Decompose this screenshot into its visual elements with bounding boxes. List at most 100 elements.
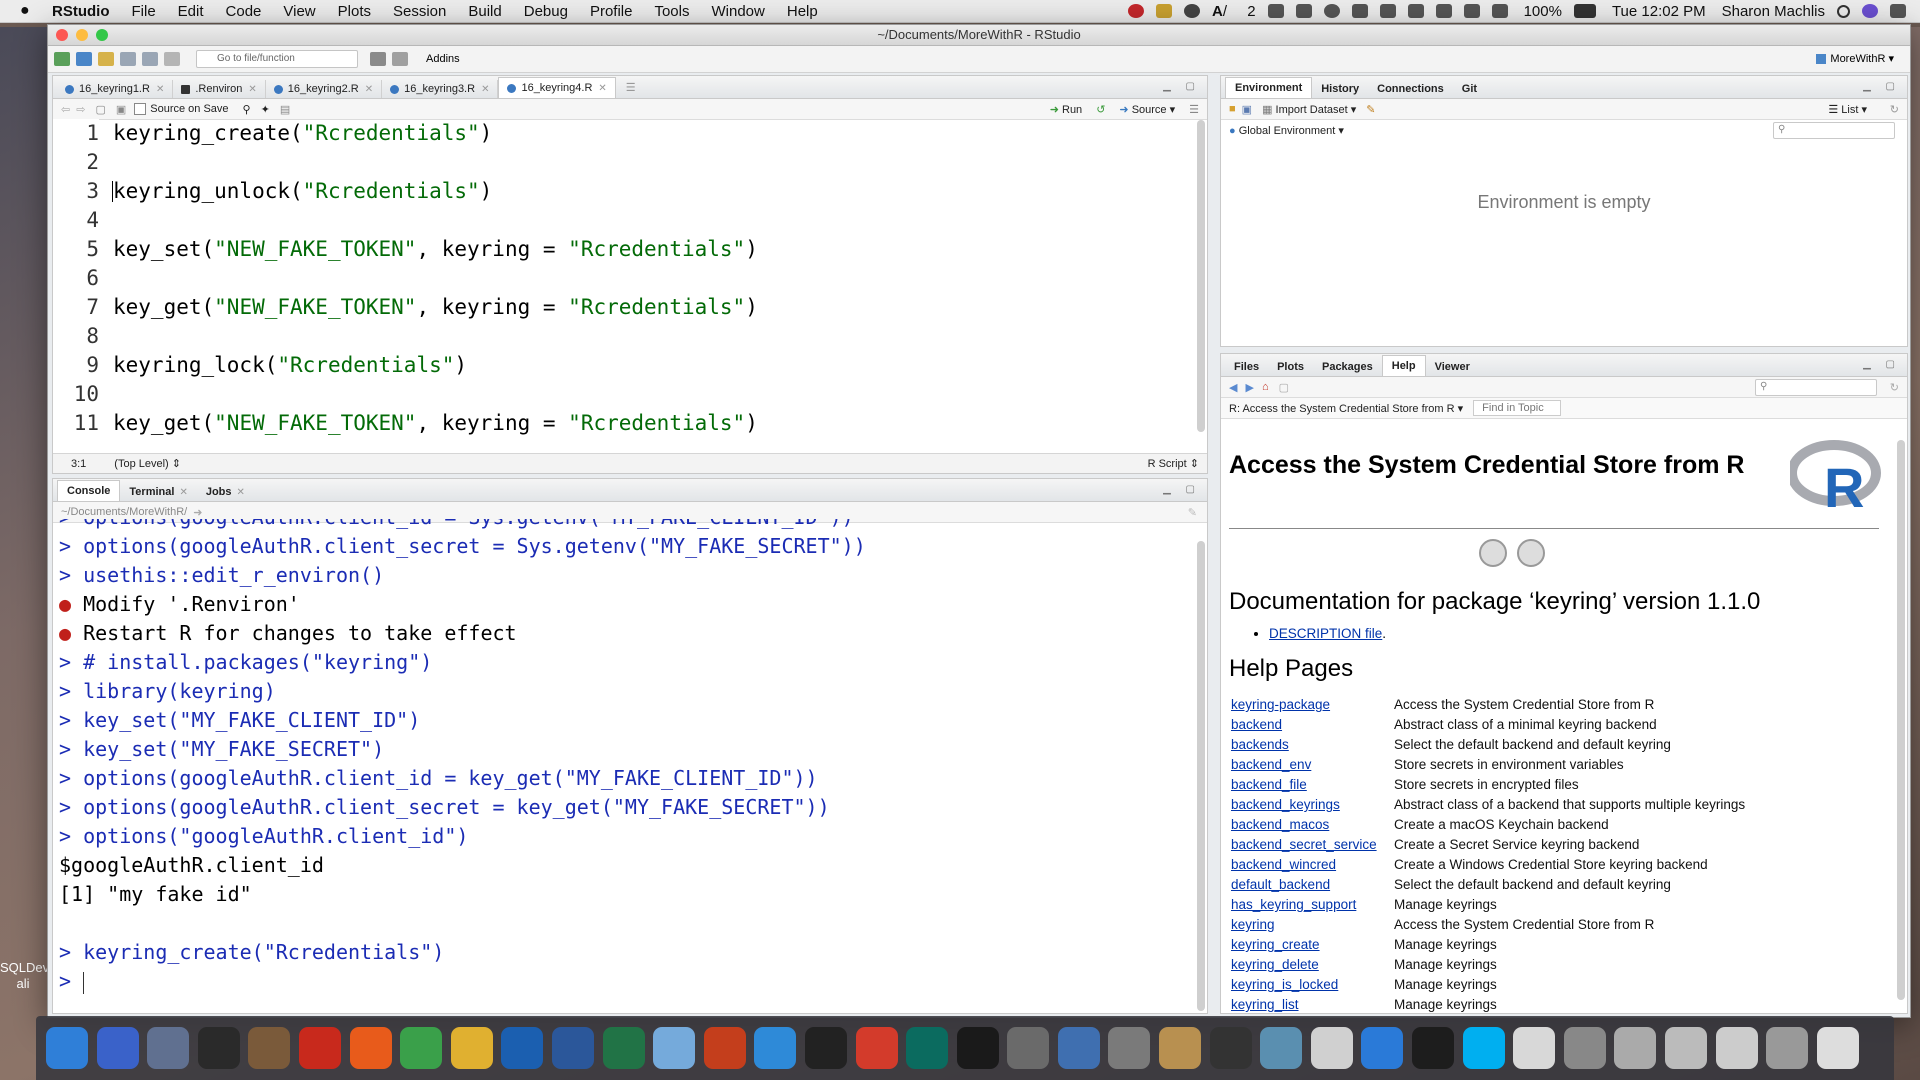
- dock-app-icon[interactable]: [906, 1027, 949, 1069]
- help-topic-link[interactable]: backend: [1229, 715, 1394, 735]
- menu-build[interactable]: Build: [468, 3, 501, 20]
- scope-selector[interactable]: (Top Level) ⇕: [114, 457, 181, 470]
- code-line[interactable]: [113, 206, 1193, 235]
- tab-git[interactable]: Git: [1453, 80, 1486, 98]
- dock-app-icon[interactable]: [1715, 1027, 1758, 1069]
- save-all-icon[interactable]: [142, 52, 158, 66]
- pane-window-controls[interactable]: ▁ ▢: [1163, 81, 1201, 92]
- refresh-help-icon[interactable]: ↻: [1890, 381, 1899, 394]
- help-topic-selector[interactable]: R: Access the System Credential Store fr…: [1229, 402, 1463, 415]
- volume-icon[interactable]: [1491, 4, 1508, 18]
- tab-files[interactable]: Files: [1225, 358, 1268, 376]
- open-file-icon[interactable]: [98, 52, 114, 66]
- spotlight-icon[interactable]: [1837, 4, 1850, 18]
- bluetooth-icon[interactable]: [1407, 4, 1424, 18]
- dock-app-icon[interactable]: [501, 1027, 544, 1069]
- file-tab[interactable]: 16_keyring3.R ✕: [382, 80, 499, 98]
- tab-overflow-icon[interactable]: ☰: [626, 81, 636, 94]
- tab-environment[interactable]: Environment: [1225, 77, 1313, 98]
- menu-plots[interactable]: Plots: [338, 3, 371, 20]
- help-topic-link[interactable]: keyring-package: [1229, 695, 1394, 715]
- dock-app-icon[interactable]: [96, 1027, 139, 1069]
- apple-menu-icon[interactable]: ●: [20, 2, 38, 20]
- help-search-input[interactable]: ⚲: [1755, 379, 1877, 396]
- dock-app-icon[interactable]: [248, 1027, 291, 1069]
- tab-terminal[interactable]: Terminal ✕: [120, 483, 196, 501]
- refresh-environment-icon[interactable]: ↻: [1890, 103, 1899, 116]
- dock-app-icon[interactable]: [1057, 1027, 1100, 1069]
- addins-menu[interactable]: Addins: [426, 53, 460, 65]
- close-tab-icon[interactable]: ✕: [598, 83, 606, 94]
- import-dataset-button[interactable]: ▦ Import Dataset ▾: [1262, 103, 1356, 116]
- save-file-icon[interactable]: ▣: [116, 103, 126, 116]
- tab-viewer[interactable]: Viewer: [1426, 358, 1479, 376]
- minimize-window-button[interactable]: [76, 29, 88, 41]
- help-topic-link[interactable]: keyring_delete: [1229, 955, 1394, 975]
- dock-app-icon[interactable]: [1412, 1027, 1455, 1069]
- help-topic-link[interactable]: keyring_create: [1229, 935, 1394, 955]
- dock-app-icon[interactable]: [1513, 1027, 1556, 1069]
- close-tab-icon[interactable]: ✕: [237, 487, 245, 498]
- help-topic-link[interactable]: default_backend: [1229, 875, 1394, 895]
- document-outline-icon[interactable]: ☰: [1189, 103, 1199, 116]
- help-scrollbar[interactable]: [1897, 440, 1905, 1000]
- tab-history[interactable]: History: [1312, 80, 1368, 98]
- find-in-topic-input[interactable]: Find in Topic: [1473, 400, 1562, 416]
- file-tab-active[interactable]: 16_keyring4.R ✕: [498, 77, 616, 98]
- dock-app-icon[interactable]: [1310, 1027, 1353, 1069]
- show-in-window-icon[interactable]: ▢: [95, 103, 105, 116]
- save-icon[interactable]: [120, 52, 136, 66]
- dock-app-icon[interactable]: [1766, 1027, 1809, 1069]
- source-button[interactable]: ➜ Source ▾: [1119, 103, 1175, 116]
- pane-window-controls[interactable]: ▁ ▢: [1163, 484, 1201, 495]
- new-project-icon[interactable]: [76, 52, 92, 66]
- dock-app-icon[interactable]: [653, 1027, 696, 1069]
- rerun-icon[interactable]: ↺: [1096, 103, 1105, 116]
- environment-search-input[interactable]: ⚲: [1773, 122, 1895, 139]
- back-icon[interactable]: ⇦: [61, 103, 70, 116]
- creative-cloud-icon[interactable]: [1184, 4, 1201, 18]
- dock-app-icon[interactable]: [197, 1027, 240, 1069]
- airplay-icon[interactable]: [1351, 4, 1368, 18]
- dock-app-icon[interactable]: [1260, 1027, 1303, 1069]
- dock-app-icon[interactable]: [703, 1027, 746, 1069]
- help-topic-link[interactable]: keyring_is_locked: [1229, 975, 1394, 995]
- dock-app-icon[interactable]: [1108, 1027, 1151, 1069]
- menu-debug[interactable]: Debug: [524, 3, 568, 20]
- zoom-window-button[interactable]: [96, 29, 108, 41]
- console-scrollbar[interactable]: [1197, 541, 1205, 1011]
- help-topic-link[interactable]: backends: [1229, 735, 1394, 755]
- dock-app-icon[interactable]: [1563, 1027, 1606, 1069]
- window-titlebar[interactable]: ~/Documents/MoreWithR - RStudio: [48, 25, 1910, 46]
- menu-profile[interactable]: Profile: [590, 3, 633, 20]
- compile-report-icon[interactable]: ▤: [280, 103, 290, 116]
- load-workspace-icon[interactable]: ■: [1229, 103, 1236, 115]
- help-up-icon[interactable]: [1517, 539, 1546, 567]
- clock[interactable]: Tue 12:02 PM: [1612, 3, 1706, 20]
- dock-app-icon[interactable]: [349, 1027, 392, 1069]
- dock-app-icon[interactable]: [1007, 1027, 1050, 1069]
- dock-app-icon[interactable]: [754, 1027, 797, 1069]
- goto-file-input[interactable]: Go to file/function: [196, 50, 358, 68]
- source-on-save-checkbox[interactable]: [134, 103, 147, 115]
- help-topic-link[interactable]: backend_wincred: [1229, 855, 1394, 875]
- code-tools-icon[interactable]: ✦: [261, 103, 270, 116]
- editor-scrollbar[interactable]: [1197, 120, 1205, 432]
- version-control-icon[interactable]: [370, 52, 386, 66]
- menu-window[interactable]: Window: [712, 3, 765, 20]
- adobe-badge[interactable]: A/ 2: [1212, 3, 1256, 20]
- notification-center-icon[interactable]: [1890, 4, 1906, 18]
- battery-percent[interactable]: 100%: [1524, 3, 1562, 20]
- menu-tools[interactable]: Tools: [654, 3, 689, 20]
- help-topic-link[interactable]: keyring: [1229, 915, 1394, 935]
- dock-app-icon[interactable]: [602, 1027, 645, 1069]
- dock-app-icon[interactable]: [1816, 1027, 1859, 1069]
- run-button[interactable]: ➜ Run: [1050, 103, 1082, 116]
- menu-file[interactable]: File: [132, 3, 156, 20]
- file-tab[interactable]: 16_keyring2.R ✕: [266, 80, 383, 98]
- close-window-button[interactable]: [56, 29, 68, 41]
- gamepad-icon[interactable]: [1267, 4, 1284, 18]
- help-index-icon[interactable]: [1478, 539, 1507, 567]
- pane-window-controls[interactable]: ▁ ▢: [1863, 359, 1901, 370]
- close-tab-icon[interactable]: ✕: [365, 84, 373, 95]
